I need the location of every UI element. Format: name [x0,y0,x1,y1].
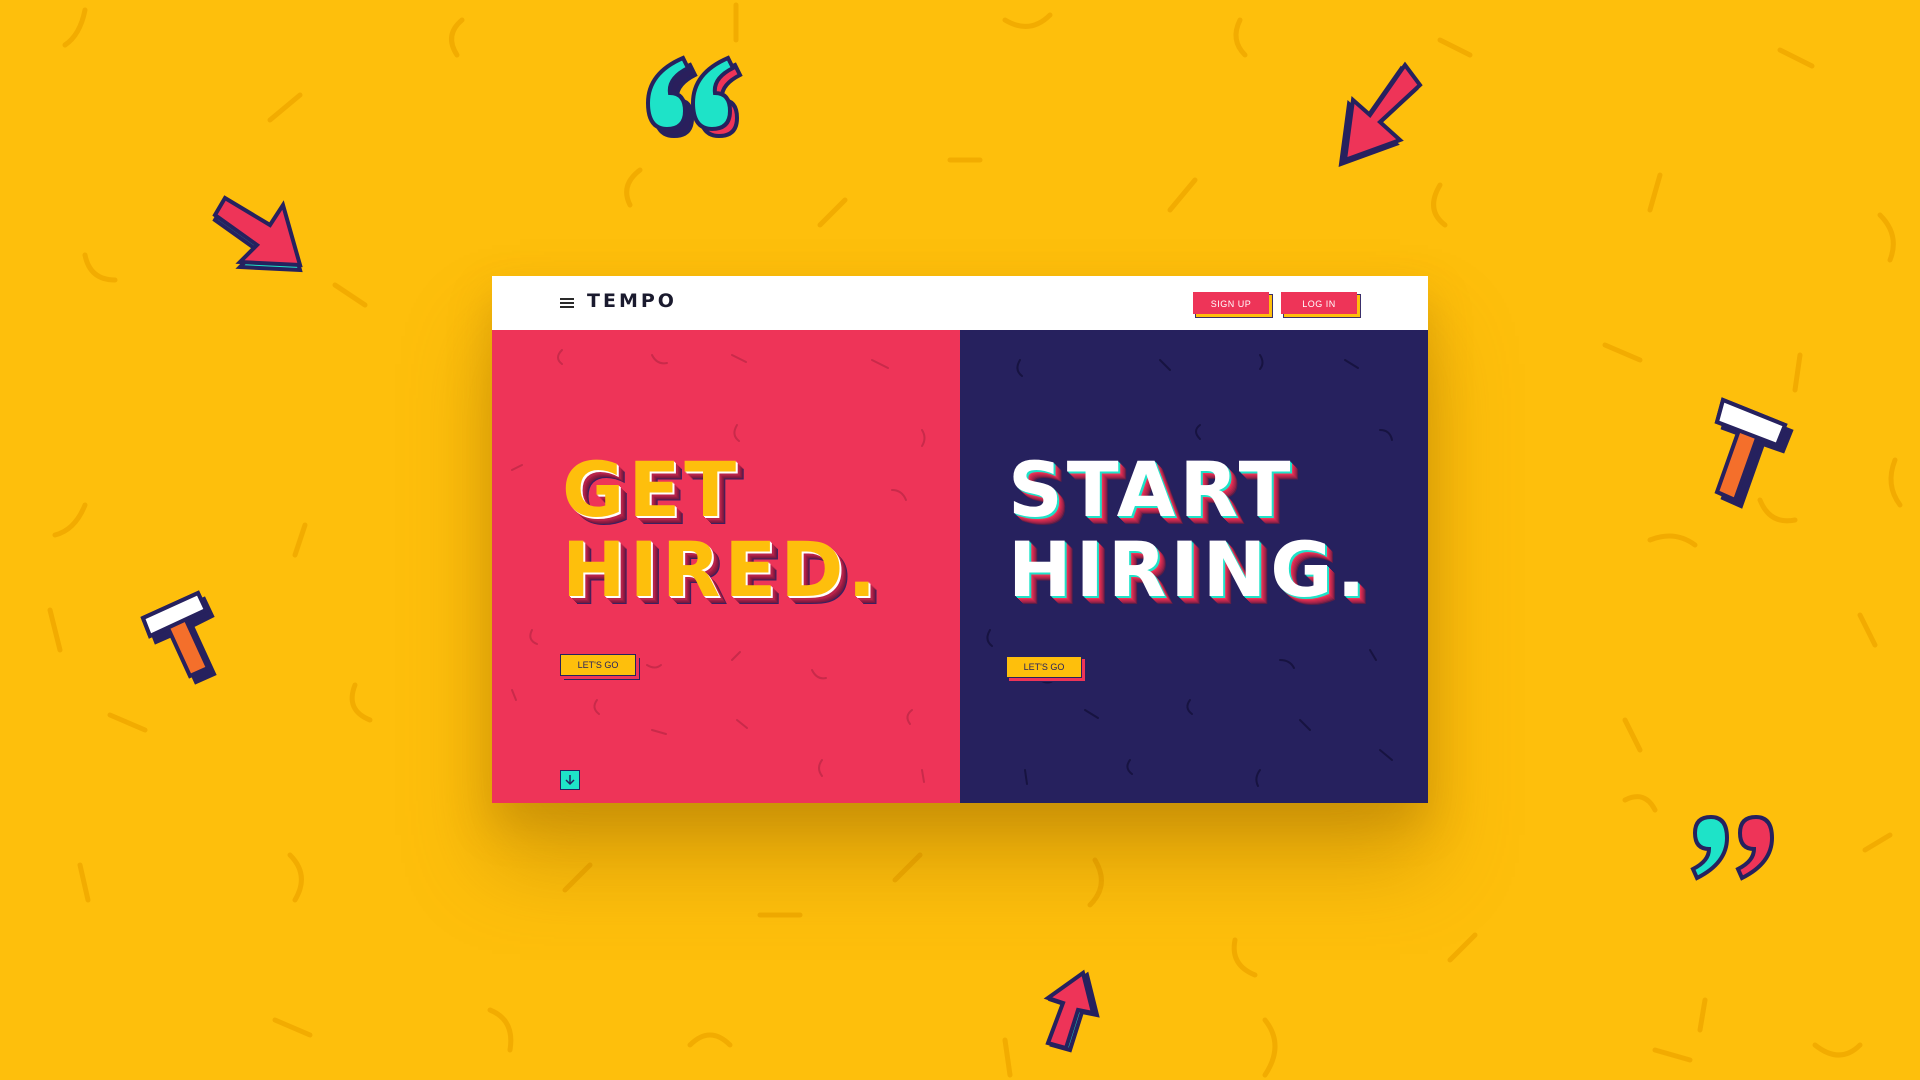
lets-go-button[interactable]: LET'S GO [1006,656,1082,678]
letter-t-sticker-icon [1714,397,1794,509]
arrow-down-right-sticker-icon [212,195,303,273]
lets-go-button[interactable]: LET'S GO [560,654,636,676]
arrow-down-left-sticker-icon [1338,61,1423,168]
site-logo[interactable]: TEMPO [587,290,677,312]
arrow-down-icon [565,775,575,786]
hamburger-menu-icon[interactable] [560,298,574,308]
start-hiring-headline: START HIRING. [1008,450,1370,610]
headline-line: HIRING. [1008,525,1370,614]
arrow-up-sticker-icon [1043,969,1100,1053]
close-quote-sticker-icon [1690,814,1775,881]
headline-line: GET [562,445,741,534]
get-hired-panel: GET HIRED. LET'S GO [492,330,960,803]
letter-t-sticker-icon [140,590,217,685]
website-mockup-window: TEMPO SIGN UP LOG IN GET HIRED. LET'S GO… [492,276,1428,803]
headline-line: HIRED. [562,525,881,614]
top-navigation-bar: TEMPO SIGN UP LOG IN [492,276,1428,331]
log-in-button[interactable]: LOG IN [1281,292,1357,314]
start-hiring-panel: START HIRING. LET'S GO [960,330,1428,803]
get-hired-headline: GET HIRED. [562,450,880,610]
page-background: TEMPO SIGN UP LOG IN GET HIRED. LET'S GO… [0,0,1920,1080]
sign-up-button[interactable]: SIGN UP [1193,292,1269,314]
open-quote-sticker-icon [645,55,743,139]
scroll-down-button[interactable] [560,770,580,790]
headline-line: START [1008,445,1295,534]
